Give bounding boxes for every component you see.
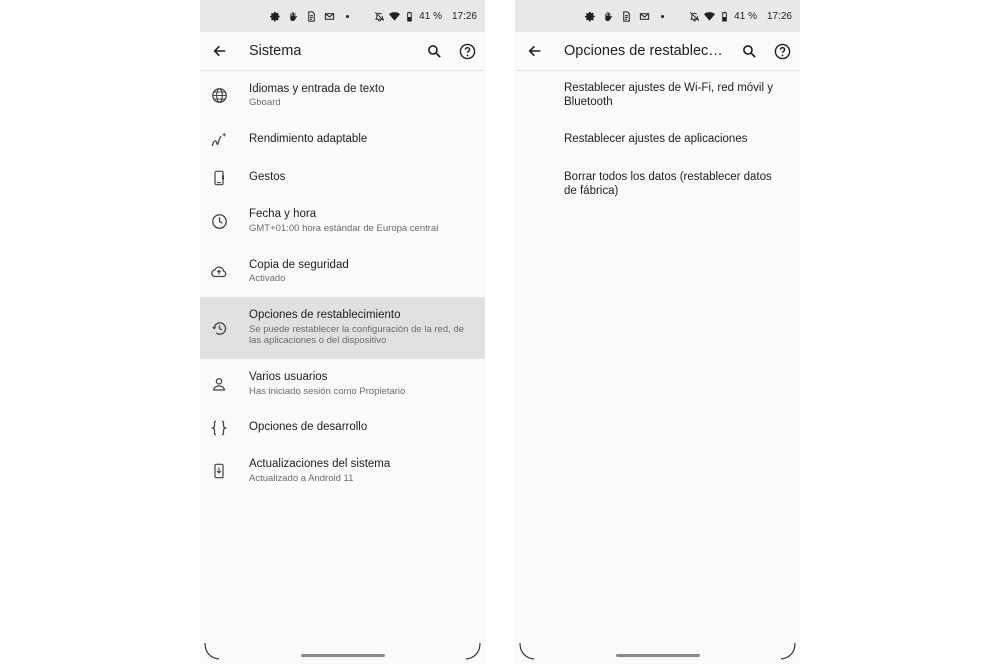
list-item-title: Restablecer ajustes de aplicaciones [564,133,748,146]
list-item-subtitle: GMT+01:00 hora estándar de Europa centra… [249,222,439,234]
help-icon [774,43,790,59]
person-icon [213,378,225,391]
list-item-reset-options[interactable]: Opciones de restablecimiento Se puede re… [200,297,485,359]
globe-icon [211,88,227,103]
list-item-languages[interactable]: Idiomas y entrada de texto Gboard [200,70,485,121]
arrow-back-icon [528,45,541,57]
mail-icon [639,12,650,20]
status-time: 17:26 [766,10,792,22]
battery-icon [722,11,727,22]
list-item-subtitle: Activado [249,273,286,284]
more-notifications-dot [661,14,664,18]
back-button[interactable] [209,40,231,62]
list-item-title: Fecha y hora [249,208,317,220]
system-settings-screen: 41 % 17:26 Sistema Idiomas y entrada de … [200,0,485,664]
list-item-title: Gestos [249,170,286,183]
list-item-subtitle: Has iniciado sesión como Propietario [249,385,406,397]
list-item-title: Opciones de restablecimiento [249,309,401,322]
list-item-subtitle: Se puede restablecer la configuración de… [249,323,464,347]
reset-app-preferences-item[interactable]: Restablecer ajustes de aplicaciones [515,121,800,159]
screen-corner-right [465,642,481,660]
navigation-home-bar[interactable] [615,654,700,657]
list-item-developer-options[interactable]: Opciones de desarrollo [200,409,485,446]
factory-reset-item[interactable]: Borrar todos los datos (restablecer dato… [515,159,800,210]
status-bar: 41 % 17:26 [515,0,800,32]
list-item-adaptive-performance[interactable]: Rendimiento adaptable [200,121,485,159]
screen-corner-left [519,642,535,660]
adaptive-performance-icon [211,132,227,147]
document-icon [623,10,630,22]
list-item-title: Rendimiento adaptable [249,133,368,146]
list-item-title: Idiomas y entrada de texto [249,82,385,95]
gesture-hand-icon [605,11,612,21]
wifi-icon [704,11,716,21]
back-button[interactable] [524,40,546,62]
list-item-title: Varios usuarios [249,371,328,383]
list-item-date-time[interactable]: Fecha y hora GMT+01:00 hora estándar de … [200,196,485,246]
help-button[interactable] [456,40,478,62]
screen-corner-right [780,642,796,660]
top-app-bar: Opciones de restablecimiento [515,32,800,71]
page-title: Sistema [249,43,302,59]
notifications-off-icon [375,11,385,22]
top-app-bar: Sistema [200,32,485,71]
notifications-off-icon [690,11,700,22]
battery-percentage: 41 % [419,10,442,22]
document-icon [308,10,315,22]
reset-options-screen: 41 % 17:26 Opciones de restablecimiento … [515,0,800,664]
list-item-system-updates[interactable]: Actualizaciones del sistema Actualizado … [200,446,485,496]
list-item-title: Opciones de desarrollo [249,420,368,433]
search-icon [427,44,441,58]
list-item-backup[interactable]: Copia de seguridad Activado [200,246,485,297]
mail-icon [324,12,335,20]
battery-icon [407,11,412,22]
settings-list: Idiomas y entrada de texto Gboard Rendim… [200,70,485,496]
system-update-icon [214,463,224,479]
wifi-icon [389,11,401,21]
search-button[interactable] [738,40,760,62]
search-icon [742,44,756,58]
cloud-upload-icon [211,266,227,278]
navigation-home-bar[interactable] [300,654,385,657]
help-icon [459,43,475,59]
clock-icon [211,213,227,229]
more-notifications-dot [346,14,349,18]
arrow-back-icon [213,45,226,57]
list-item-title: Copia de seguridad [249,258,349,271]
list-item-gestures[interactable]: Gestos [200,159,485,196]
status-bar: 41 % 17:26 [200,0,485,32]
search-button[interactable] [423,40,445,62]
list-item-title: Actualizaciones del sistema [249,458,391,470]
list-item-title: Borrar todos los datos (restablecer dato… [564,171,772,197]
help-button[interactable] [771,40,793,62]
reset-options-list: Restablecer ajustes de Wi-Fi, red móvil … [515,70,800,210]
battery-percentage: 41 % [734,10,757,22]
page-title: Opciones de restablecimiento [564,43,724,59]
list-item-multiple-users[interactable]: Varios usuarios Has iniciado sesión como… [200,359,485,409]
status-time: 17:26 [451,10,477,22]
screen-corner-left [204,642,220,660]
list-item-subtitle: Actualizado a Android 11 [249,472,354,484]
settings-notification-icon [270,11,280,21]
list-item-subtitle: Gboard [249,97,281,108]
gesture-phone-icon [214,170,224,185]
braces-icon [210,420,228,435]
history-icon [211,321,226,335]
list-item-title: Restablecer ajustes de Wi-Fi, red móvil … [564,82,773,108]
settings-notification-icon [585,11,595,21]
gesture-hand-icon [290,11,297,21]
reset-network-settings-item[interactable]: Restablecer ajustes de Wi-Fi, red móvil … [515,70,800,121]
